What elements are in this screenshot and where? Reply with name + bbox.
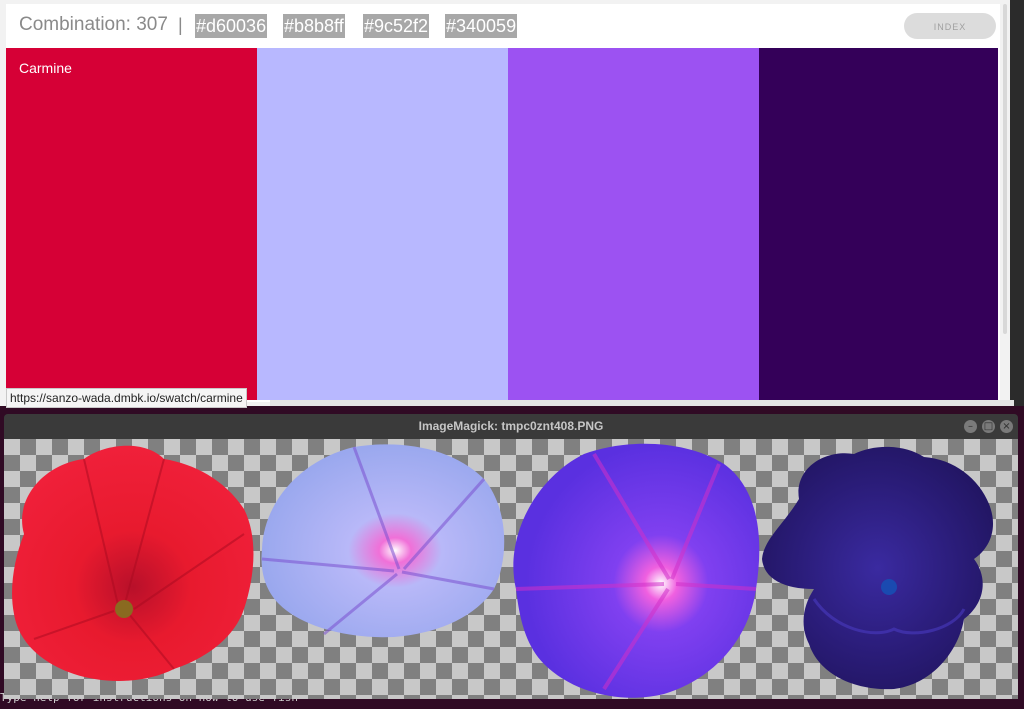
index-button[interactable]: INDEX — [904, 13, 996, 39]
image-canvas[interactable] — [4, 439, 1018, 699]
minimize-icon[interactable]: – — [964, 420, 977, 433]
window-title: ImageMagick: tmpc0znt408.PNG — [418, 419, 604, 433]
red-petunia-flower — [12, 445, 254, 681]
swatch-name-label: Carmine — [19, 60, 72, 76]
close-icon[interactable]: × — [1000, 420, 1013, 433]
maximize-icon[interactable]: □ — [982, 420, 995, 433]
swatch-3[interactable] — [508, 48, 759, 400]
flower-image — [12, 443, 994, 698]
hex-code-1[interactable]: #d60036 — [195, 14, 268, 38]
color-swatches: Carmine — [6, 48, 998, 400]
combination-title: Combination: 307 — [19, 14, 168, 35]
hex-code-2[interactable]: #b8b8ff — [283, 14, 345, 38]
purple-morning-glory-flower — [513, 443, 760, 698]
hex-code-3[interactable]: #9c52f2 — [363, 14, 430, 38]
imagemagick-window: ImageMagick: tmpc0znt408.PNG – □ × — [4, 414, 1018, 699]
imagemagick-titlebar[interactable]: ImageMagick: tmpc0znt408.PNG – □ × — [4, 414, 1018, 439]
status-bar-url: https://sanzo-wada.dmbk.io/swatch/carmin… — [6, 388, 247, 408]
browser-bottom-edge — [270, 400, 1014, 406]
web-page: Combination: 307 | #d60036 #b8b8ff #9c52… — [6, 4, 1000, 402]
page-scrollbar[interactable] — [1003, 4, 1007, 334]
swatch-4[interactable] — [759, 48, 998, 400]
swatch-carmine[interactable]: Carmine — [6, 48, 257, 400]
title-separator: | — [178, 15, 183, 35]
swatch-2[interactable] — [257, 48, 508, 400]
hex-code-4[interactable]: #340059 — [445, 14, 518, 38]
page-header: Combination: 307 | #d60036 #b8b8ff #9c52… — [6, 4, 1000, 48]
dark-purple-iris-flower — [762, 446, 994, 690]
browser-window: Combination: 307 | #d60036 #b8b8ff #9c52… — [0, 0, 1014, 408]
light-blue-morning-glory-flower — [261, 444, 505, 638]
